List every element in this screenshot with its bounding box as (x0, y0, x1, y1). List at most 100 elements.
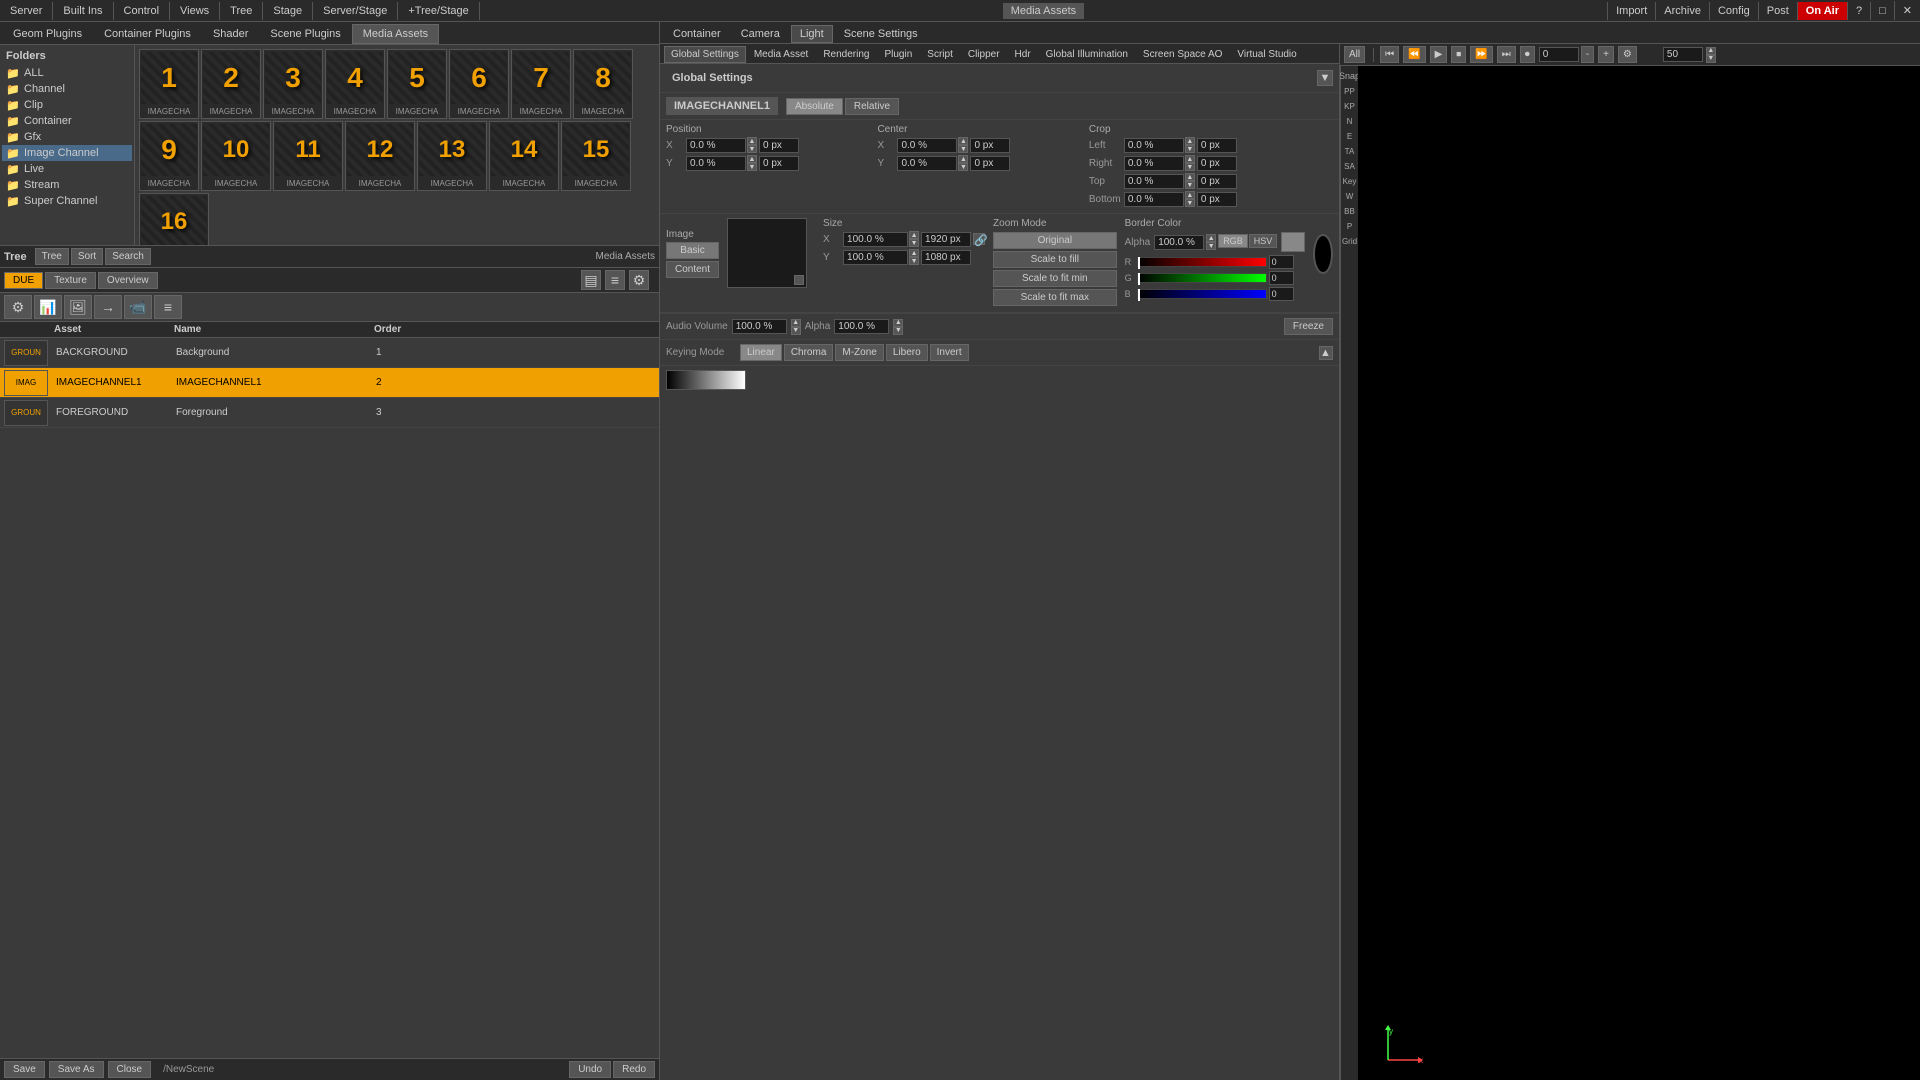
tab-shader[interactable]: Shader (202, 24, 259, 44)
pos-x-down[interactable]: ▼ (747, 145, 757, 153)
tab-geom-plugins[interactable]: Geom Plugins (2, 24, 93, 44)
pos-y-px-input[interactable] (759, 156, 799, 171)
timeline-frame-input[interactable] (1539, 47, 1579, 62)
thumb-6[interactable]: 6 IMAGECHA (449, 49, 509, 119)
folder-clip[interactable]: 📁 Clip (2, 97, 132, 113)
asset-row-2[interactable]: GROUN FOREGROUND Foreground 3 (0, 398, 659, 428)
pos-y-input[interactable] (686, 156, 746, 171)
crop-bottom-down[interactable]: ▼ (1185, 199, 1195, 207)
dropdown-arrow[interactable]: ▼ (1317, 70, 1333, 86)
icon-bar-chart[interactable]: 📊 (34, 295, 62, 319)
snap-sa[interactable]: SA (1343, 159, 1356, 174)
alpha-down[interactable]: ▼ (1206, 242, 1216, 250)
right-tab-container[interactable]: Container (664, 25, 730, 43)
ma-tab-texture[interactable]: Texture (45, 272, 96, 289)
ctr-y-px-input[interactable] (970, 156, 1010, 171)
settings-icon-btn[interactable]: ⚙ (629, 270, 649, 290)
snap-n[interactable]: N (1346, 114, 1354, 129)
thumb-4[interactable]: 4 IMAGECHA (325, 49, 385, 119)
size-y-px[interactable] (921, 250, 971, 265)
folder-gfx[interactable]: 📁 Gfx (2, 129, 132, 145)
thumb-11[interactable]: 11 IMAGECHA (273, 121, 343, 191)
crop-top-up[interactable]: ▲ (1185, 173, 1195, 181)
thumb-7[interactable]: 7 IMAGECHA (511, 49, 571, 119)
snap-p[interactable]: P (1346, 219, 1353, 234)
audio-volume-input[interactable] (732, 319, 787, 334)
pos-x-px-input[interactable] (759, 138, 799, 153)
ma-tab-overview[interactable]: Overview (98, 272, 158, 289)
ctr-x-input[interactable] (897, 138, 957, 153)
folder-container[interactable]: 📁 Container (2, 113, 132, 129)
thumb-3[interactable]: 3 IMAGECHA (263, 49, 323, 119)
zoom-scale-fit-max[interactable]: Scale to fit max (993, 289, 1117, 306)
right-tab-light[interactable]: Light (791, 25, 833, 43)
timeline-plus[interactable]: + (1598, 46, 1614, 63)
icon-image[interactable]: 🖼 (64, 295, 92, 319)
crop-right-px[interactable] (1197, 156, 1237, 171)
thumb-10[interactable]: 10 IMAGECHA (201, 121, 271, 191)
ctr-y-up[interactable]: ▲ (958, 155, 968, 163)
menu-minimize[interactable]: □ (1870, 2, 1894, 20)
audio-down[interactable]: ▼ (791, 327, 801, 335)
stab-media-asset[interactable]: Media Asset (747, 46, 815, 63)
zoom-original[interactable]: Original (993, 232, 1117, 249)
thumb-8[interactable]: 8 IMAGECHA (573, 49, 633, 119)
playback-rewind[interactable]: ⏮ (1380, 46, 1399, 63)
color-r-input[interactable] (1269, 255, 1294, 269)
size-x-input[interactable] (843, 232, 908, 247)
zoom-scale-fit-min[interactable]: Scale to fit min (993, 270, 1117, 287)
icon-layers[interactable]: ≡ (154, 295, 182, 319)
menu-builtins[interactable]: Built Ins (53, 2, 113, 20)
color-b-input[interactable] (1269, 287, 1294, 301)
stab-clipper[interactable]: Clipper (961, 46, 1007, 63)
color-r-bar[interactable] (1137, 257, 1267, 267)
audio-up[interactable]: ▲ (791, 319, 801, 327)
alpha-input-bc[interactable] (1154, 235, 1204, 250)
menu-tree-stage[interactable]: +Tree/Stage (398, 2, 479, 20)
ctr-x-down[interactable]: ▼ (958, 145, 968, 153)
menu-config[interactable]: Config (1709, 2, 1758, 20)
tree-search-btn[interactable]: Search (105, 248, 151, 265)
crop-left-up[interactable]: ▲ (1185, 137, 1195, 145)
right-tab-camera[interactable]: Camera (732, 25, 789, 43)
icon-video[interactable]: 📹 (124, 295, 152, 319)
folder-image-channel[interactable]: 📁 Image Channel (2, 145, 132, 161)
size-y-down[interactable]: ▼ (909, 257, 919, 265)
crop-top-down[interactable]: ▼ (1185, 181, 1195, 189)
tl-end-up[interactable]: ▲ (1706, 47, 1716, 55)
save-button[interactable]: Save (4, 1061, 45, 1078)
playback-record[interactable]: ⏺ (1520, 46, 1535, 63)
menu-import[interactable]: Import (1607, 2, 1655, 20)
snap-kp[interactable]: KP (1343, 99, 1356, 114)
color-picker-btn[interactable] (1281, 232, 1305, 252)
keying-mzone[interactable]: M-Zone (835, 344, 883, 361)
color-g-bar[interactable] (1137, 273, 1267, 283)
ma-tab-due[interactable]: DUE (4, 272, 43, 289)
icon-arrow[interactable]: → (94, 295, 122, 319)
snap-key[interactable]: Key (1342, 174, 1358, 189)
undo-button[interactable]: Undo (569, 1061, 611, 1078)
stab-rendering[interactable]: Rendering (816, 46, 876, 63)
alpha-up[interactable]: ▲ (1206, 234, 1216, 242)
folder-channel[interactable]: 📁 Channel (2, 81, 132, 97)
folder-stream[interactable]: 📁 Stream (2, 177, 132, 193)
pos-y-up[interactable]: ▲ (747, 155, 757, 163)
ctr-y-input[interactable] (897, 156, 957, 171)
size-x-px[interactable] (921, 232, 971, 247)
stab-screen-space-ao[interactable]: Screen Space AO (1136, 46, 1230, 63)
menu-server[interactable]: Server (0, 2, 53, 20)
pos-x-up[interactable]: ▲ (747, 137, 757, 145)
stab-global-settings[interactable]: Global Settings (664, 46, 746, 63)
color-g-input[interactable] (1269, 271, 1294, 285)
menu-tree[interactable]: Tree (220, 2, 263, 20)
thumb-2[interactable]: 2 IMAGECHA (201, 49, 261, 119)
tab-scene-plugins[interactable]: Scene Plugins (259, 24, 351, 44)
crop-left-px[interactable] (1197, 138, 1237, 153)
invert-button[interactable]: Invert (930, 344, 969, 361)
list-icon-btn[interactable]: ≡ (605, 270, 625, 290)
icon-settings2[interactable]: ⚙ (4, 295, 32, 319)
menu-help[interactable]: ? (1847, 2, 1870, 20)
ctr-x-px-input[interactable] (970, 138, 1010, 153)
thumb-9[interactable]: 9 IMAGECHA (139, 121, 199, 191)
playback-stop[interactable]: ⏹ (1451, 46, 1466, 63)
